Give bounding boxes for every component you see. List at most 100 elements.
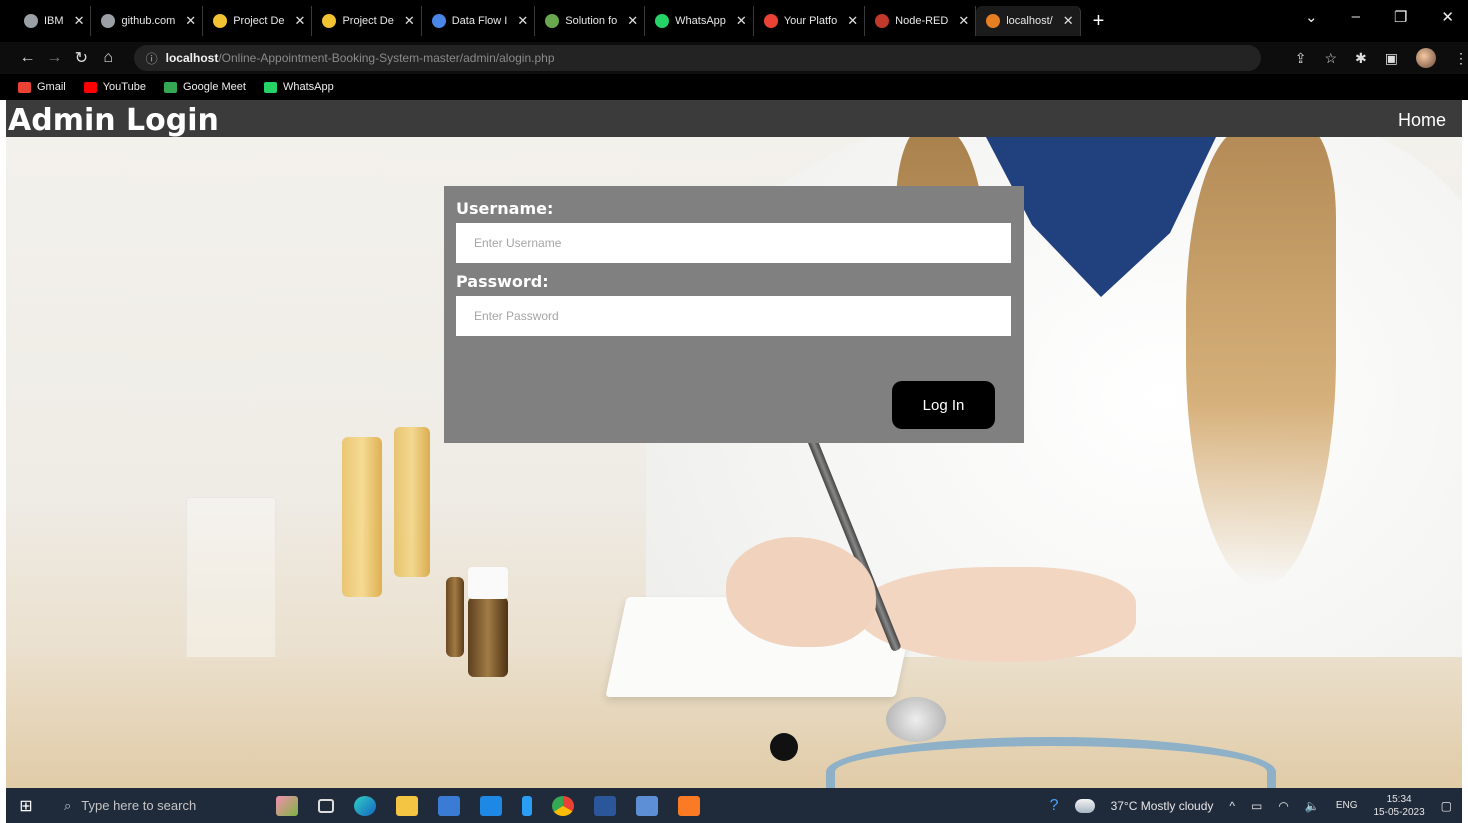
- vscode-icon[interactable]: [522, 795, 532, 816]
- bookmarks-bar: Gmail YouTube Google Meet WhatsApp: [0, 74, 1468, 100]
- tab-close-icon[interactable]: ✕: [404, 13, 415, 29]
- stethoscope-head-shape: [886, 697, 946, 742]
- bookmark-favicon-icon: [263, 81, 277, 93]
- clock-time: 15:34: [1386, 793, 1412, 805]
- battery-icon[interactable]: ▭: [1251, 799, 1262, 813]
- tab-favicon-icon: [545, 14, 560, 28]
- tab-close-icon[interactable]: ✕: [847, 13, 858, 29]
- browser-tab[interactable]: github.com ✕: [91, 6, 204, 36]
- reload-icon[interactable]: ↻: [70, 48, 93, 68]
- back-icon[interactable]: ←: [16, 49, 39, 67]
- browser-tab[interactable]: IBM ✕: [14, 6, 92, 36]
- bottle-shape: [342, 437, 382, 597]
- edge-icon[interactable]: [354, 795, 376, 816]
- browser-tab[interactable]: WhatsApp ✕: [645, 6, 754, 36]
- tab-search-icon[interactable]: ⌄: [1305, 8, 1318, 26]
- bottle-shape: [446, 577, 464, 657]
- tab-close-icon[interactable]: ✕: [517, 13, 528, 29]
- tray-expand-icon[interactable]: ^: [1229, 799, 1235, 813]
- clock-date: 15-05-2023: [1373, 806, 1425, 818]
- site-info-icon[interactable]: ⓘ: [146, 50, 158, 67]
- browser-tab[interactable]: Node-RED ✕: [865, 6, 977, 36]
- bookmark-label: Gmail: [37, 81, 66, 93]
- tab-title: IBM: [44, 15, 64, 27]
- store-icon[interactable]: [438, 795, 460, 816]
- home-icon[interactable]: ⌂: [97, 49, 120, 67]
- browser-tab[interactable]: Your Platfo ✕: [754, 6, 866, 36]
- tab-title: localhost/: [1006, 15, 1053, 27]
- tab-close-icon[interactable]: ✕: [185, 13, 196, 29]
- clock[interactable]: 15:34 15-05-2023: [1374, 793, 1425, 819]
- app-icon[interactable]: [636, 795, 658, 816]
- minimize-button[interactable]: –: [1352, 8, 1360, 26]
- tab-close-icon[interactable]: ✕: [958, 13, 969, 29]
- login-button[interactable]: Log In: [892, 381, 995, 429]
- site-header: Admin Login Home: [6, 100, 1462, 138]
- tab-title: github.com: [121, 15, 176, 27]
- bookmark-favicon-icon: [163, 81, 177, 93]
- language-indicator[interactable]: ENG: [1336, 800, 1358, 811]
- browser-tab[interactable]: Project De ✕: [203, 6, 313, 36]
- file-explorer-icon[interactable]: [396, 795, 418, 816]
- side-panel-icon[interactable]: ▣: [1385, 50, 1398, 67]
- profile-avatar[interactable]: [1415, 48, 1436, 68]
- tab-favicon-icon: [24, 14, 38, 28]
- bookmark-item[interactable]: YouTube: [83, 81, 146, 93]
- browser-tab[interactable]: Project De ✕: [312, 6, 422, 36]
- browser-tab[interactable]: Solution fo ✕: [535, 6, 646, 36]
- share-icon[interactable]: ⇪: [1295, 50, 1307, 67]
- password-input[interactable]: [456, 296, 1011, 336]
- help-icon[interactable]: ?: [1050, 797, 1059, 815]
- new-tab-button[interactable]: +: [1093, 10, 1105, 33]
- tab-favicon-icon: [986, 14, 1001, 28]
- username-input[interactable]: [456, 223, 1011, 263]
- xampp-icon[interactable]: [678, 795, 700, 816]
- restore-button[interactable]: ❐: [1394, 8, 1407, 26]
- tab-favicon-icon: [763, 14, 778, 28]
- weather-text[interactable]: 37°C Mostly cloudy: [1111, 799, 1214, 813]
- word-icon[interactable]: [594, 795, 616, 816]
- tab-close-icon[interactable]: ✕: [736, 13, 747, 29]
- notifications-icon[interactable]: ▢: [1441, 799, 1452, 813]
- bookmark-favicon-icon: [83, 81, 97, 93]
- url-host: localhost: [165, 51, 219, 65]
- mail-icon[interactable]: [480, 795, 502, 816]
- taskbar-search[interactable]: ⌕ Type here to search: [46, 788, 236, 823]
- extensions-icon[interactable]: ✱: [1355, 50, 1367, 67]
- windows-taskbar: ⊞ ⌕ Type here to search ? 37°C Mostly cl…: [6, 788, 1462, 823]
- home-link[interactable]: Home: [1398, 110, 1446, 131]
- bottle-shape: [468, 597, 508, 677]
- menu-icon[interactable]: ⋮: [1454, 50, 1468, 67]
- browser-tab[interactable]: localhost/ ✕: [976, 6, 1081, 36]
- task-view-icon[interactable]: [318, 798, 334, 813]
- bookmark-item[interactable]: WhatsApp: [263, 81, 334, 93]
- search-placeholder: Type here to search: [81, 798, 197, 813]
- tab-close-icon[interactable]: ✕: [295, 13, 306, 29]
- page-title: Admin Login: [8, 103, 219, 138]
- bookmark-label: Google Meet: [182, 81, 246, 93]
- chrome-icon[interactable]: [552, 795, 574, 816]
- bookmark-item[interactable]: Google Meet: [163, 81, 246, 93]
- glass-shape: [186, 497, 276, 667]
- close-window-button[interactable]: ✕: [1441, 8, 1454, 26]
- windows-start-icon[interactable]: ⊞: [6, 796, 46, 816]
- tab-close-icon[interactable]: ✕: [74, 13, 85, 29]
- bookmark-favicon-icon: [18, 81, 31, 93]
- forward-icon[interactable]: →: [43, 49, 66, 67]
- browser-tab[interactable]: Data Flow I ✕: [422, 6, 536, 36]
- tab-title: WhatsApp: [675, 15, 726, 27]
- tab-close-icon[interactable]: ✕: [627, 13, 638, 29]
- tab-title: Project De: [342, 15, 394, 27]
- weather-icon: [1074, 798, 1095, 813]
- tab-close-icon[interactable]: ✕: [1063, 13, 1074, 29]
- bottle-cap-shape: [468, 567, 508, 599]
- volume-icon[interactable]: 🔈: [1305, 799, 1320, 813]
- bookmark-star-icon[interactable]: ☆: [1324, 50, 1337, 67]
- url-field[interactable]: ⓘ localhost/Online-Appointment-Booking-S…: [133, 45, 1261, 71]
- tab-favicon-icon: [101, 14, 116, 28]
- widgets-icon[interactable]: [276, 795, 298, 816]
- password-label: Password:: [456, 272, 549, 291]
- bookmark-item[interactable]: Gmail: [18, 81, 66, 93]
- network-icon[interactable]: ◠: [1278, 799, 1288, 813]
- bottle-shape: [394, 427, 430, 577]
